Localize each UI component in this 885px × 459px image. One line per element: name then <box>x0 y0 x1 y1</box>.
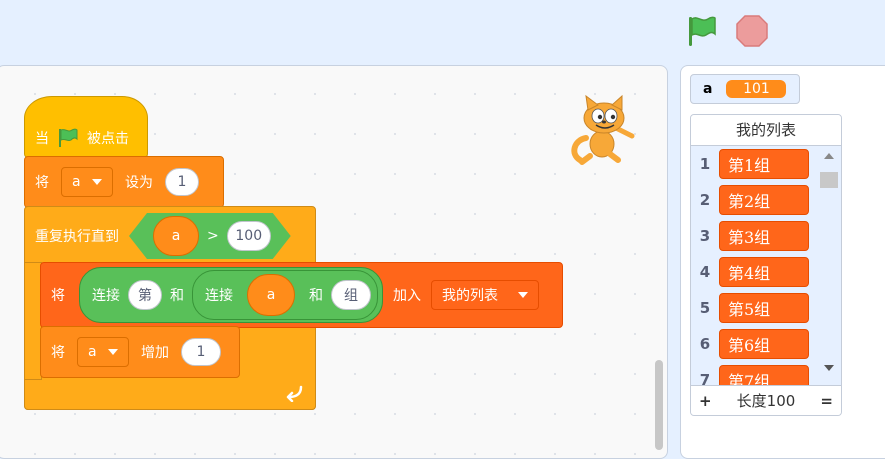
text-input[interactable]: 第 <box>128 280 162 310</box>
add-to-list-block[interactable]: 将 连接 第 和 连接 a 和 组 加入 我的列表 <box>40 262 563 328</box>
list-index: 5 <box>699 299 711 317</box>
chevron-down-icon <box>92 179 102 185</box>
text-input[interactable]: 组 <box>331 280 371 310</box>
join-operator-outer[interactable]: 连接 第 和 连接 a 和 组 <box>79 267 383 323</box>
list-value[interactable]: 第1组 <box>719 149 809 179</box>
block-text: 连接 <box>92 288 120 304</box>
list-index: 3 <box>699 227 711 245</box>
change-variable-block[interactable]: 将 a 增加 1 <box>40 326 240 378</box>
when-flag-clicked-block[interactable]: 当 被点击 <box>24 96 148 158</box>
repeat-until-footer <box>24 376 316 410</box>
dropdown-value: a <box>72 174 81 190</box>
list-index: 7 <box>699 371 711 386</box>
list-index: 4 <box>699 263 711 281</box>
value-input[interactable]: 1 <box>165 168 199 196</box>
list-index: 2 <box>699 191 711 209</box>
list-item[interactable]: 1 第1组 <box>691 146 809 182</box>
chevron-down-icon <box>108 349 118 355</box>
variable-name: a <box>703 81 713 97</box>
list-value[interactable]: 第6组 <box>719 329 809 359</box>
list-value[interactable]: 第7组 <box>719 365 809 386</box>
block-text: 设为 <box>125 175 153 191</box>
code-scrollbar[interactable] <box>655 360 663 450</box>
block-text: 当 <box>35 131 49 147</box>
dropdown-value: 我的列表 <box>442 288 498 304</box>
list-title: 我的列表 <box>691 115 841 146</box>
sprite-cat-icon[interactable] <box>566 94 638 166</box>
variable-monitor[interactable]: a 101 <box>690 74 800 104</box>
dropdown-value: a <box>88 344 97 360</box>
stop-icon[interactable] <box>734 13 770 49</box>
greater-than-operator[interactable]: a > 100 <box>129 213 291 259</box>
list-item[interactable]: 2 第2组 <box>691 182 809 218</box>
list-value[interactable]: 第2组 <box>719 185 809 215</box>
block-text: 将 <box>35 175 49 191</box>
join-operator-inner[interactable]: 连接 a 和 组 <box>192 270 378 320</box>
list-item[interactable]: 7 第7组 <box>691 362 809 386</box>
list-monitor[interactable]: 我的列表 1 第1组 2 第2组 3 第3组 4 第4组 5 第5组 6 第6组… <box>690 114 842 416</box>
list-item[interactable]: 5 第5组 <box>691 290 809 326</box>
block-text: 被点击 <box>87 131 129 147</box>
block-text: 和 <box>170 288 184 304</box>
variable-reporter[interactable]: a <box>153 216 199 256</box>
list-value[interactable]: 第4组 <box>719 257 809 287</box>
list-value[interactable]: 第3组 <box>719 221 809 251</box>
add-item-button[interactable]: + <box>699 392 712 410</box>
list-dropdown[interactable]: 我的列表 <box>431 280 539 310</box>
list-value[interactable]: 第5组 <box>719 293 809 323</box>
block-text: 将 <box>51 288 65 304</box>
block-text: 增加 <box>141 345 169 361</box>
list-item[interactable]: 3 第3组 <box>691 218 809 254</box>
loop-arrow-icon <box>285 384 305 402</box>
operator-symbol: > <box>207 228 219 244</box>
green-flag-icon <box>57 128 79 148</box>
list-scrollbar[interactable] <box>817 146 841 386</box>
list-footer: + 长度100 = <box>691 385 841 415</box>
value-input[interactable]: 1 <box>181 338 221 366</box>
list-index: 1 <box>699 155 711 173</box>
stage-header <box>0 0 885 64</box>
variable-value: 101 <box>726 80 787 98</box>
variable-dropdown[interactable]: a <box>61 167 113 197</box>
list-item[interactable]: 6 第6组 <box>691 326 809 362</box>
block-text: 重复执行直到 <box>35 229 119 245</box>
list-index: 6 <box>699 335 711 353</box>
variable-dropdown[interactable]: a <box>77 337 129 367</box>
block-text: 连接 <box>205 288 233 304</box>
block-text: 将 <box>51 345 65 361</box>
resize-handle[interactable]: = <box>820 392 833 410</box>
chevron-down-icon <box>518 292 528 298</box>
list-length: 长度100 <box>736 392 796 410</box>
set-variable-block[interactable]: 将 a 设为 1 <box>24 156 224 208</box>
variable-reporter[interactable]: a <box>247 274 295 316</box>
list-item[interactable]: 4 第4组 <box>691 254 809 290</box>
block-text: 和 <box>309 288 323 304</box>
value-input[interactable]: 100 <box>227 221 271 251</box>
block-text: 加入 <box>393 288 421 304</box>
green-flag-icon[interactable] <box>684 14 720 48</box>
